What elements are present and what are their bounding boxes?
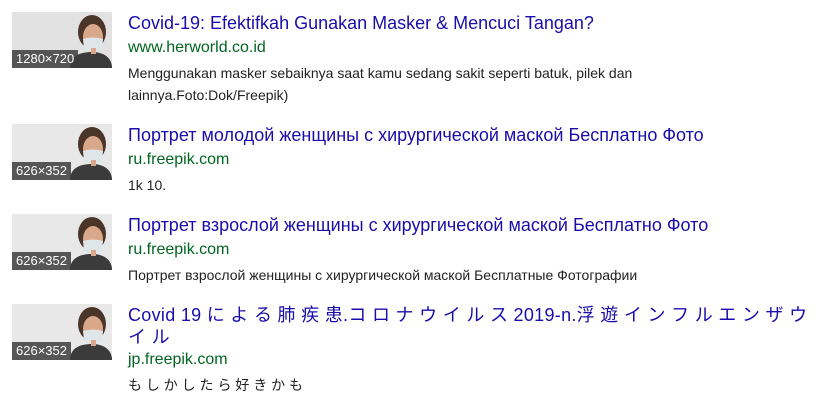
result-thumbnail[interactable]: 626×352 (12, 304, 112, 360)
result-thumbnail[interactable]: 626×352 (12, 214, 112, 270)
result-title-link[interactable]: Портрет молодой женщины с хирургической … (128, 124, 822, 146)
result-url[interactable]: ru.freepik.com (128, 240, 229, 260)
search-result: 626×352 Портрет молодой женщины с хирург… (12, 124, 820, 194)
result-url[interactable]: ru.freepik.com (128, 150, 229, 170)
search-result: 1280×720 Covid-19: Efektifkah Gunakan Ma… (12, 12, 820, 112)
result-description: Портрет взрослой женщины с хирургической… (128, 267, 638, 283)
image-dimensions: 626×352 (12, 342, 71, 360)
result-title-link[interactable]: Covid 19 に よ る 肺 疾 患.コ ロ ナ ウ イ ル ス 2019-… (128, 304, 822, 348)
result-url[interactable]: jp.freepik.com (128, 350, 228, 370)
result-title-link[interactable]: Портрет взрослой женщины с хирургической… (128, 214, 822, 236)
image-dimensions: 626×352 (12, 162, 71, 180)
image-dimensions: 626×352 (12, 252, 71, 270)
result-thumbnail[interactable]: 626×352 (12, 124, 112, 180)
result-description: 1k 10. (128, 177, 167, 193)
result-title-link[interactable]: Covid-19: Efektifkah Gunakan Masker & Me… (128, 12, 822, 34)
result-thumbnail[interactable]: 1280×720 (12, 12, 112, 68)
search-result: 626×352 Портрет взрослой женщины с хирур… (12, 214, 820, 284)
search-result: 626×352 Covid 19 に よ る 肺 疾 患.コ ロ ナ ウ イ ル… (12, 304, 820, 398)
image-dimensions: 1280×720 (12, 50, 79, 68)
result-description: も し か し た ら 好 き か も (128, 377, 304, 393)
result-description: Menggunakan masker sebaiknya saat kamu s… (128, 65, 633, 103)
result-url[interactable]: www.herworld.co.id (128, 38, 266, 58)
